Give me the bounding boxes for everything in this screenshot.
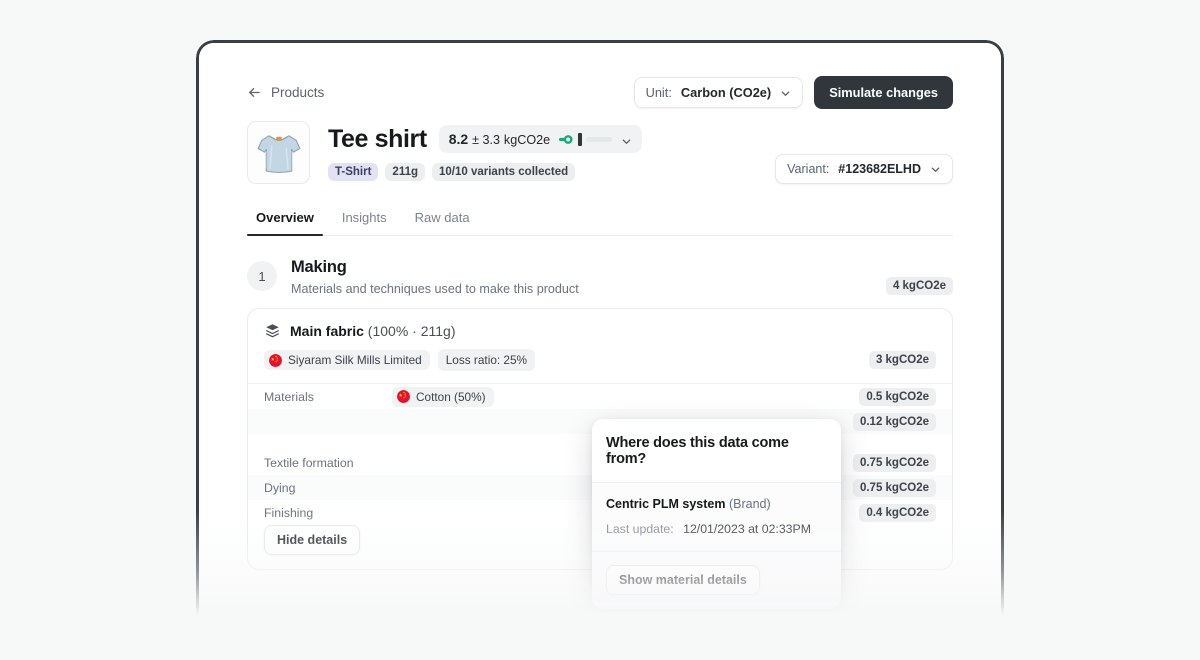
unit-select-value: Carbon (CO2e)	[680, 84, 772, 100]
loss-ratio-badge: Loss ratio: 25%	[437, 349, 536, 371]
stage-subtitle: Materials and techniques used to make th…	[291, 282, 579, 296]
popover-source-name: Centric PLM system	[606, 497, 726, 511]
impact-value-pill[interactable]: 8.2 ± 3.3 kgCO2e	[438, 125, 643, 153]
popover-footer: Show material details	[592, 551, 841, 609]
stage-value-badge: 4 kgCO2e	[885, 277, 953, 295]
badge-variants: 10/10 variants collected	[432, 162, 576, 181]
row-value-badge: 0.75 kgCO2e	[852, 478, 936, 497]
badge-category: T-Shirt	[328, 162, 379, 181]
back-link-label: Products	[271, 84, 325, 100]
material-chip-label: Cotton (50%)	[416, 389, 486, 404]
layers-icon	[264, 322, 281, 339]
popover-last-update: Last update: 12/01/2023 at 02:33PM	[606, 522, 827, 536]
product-info: Tee shirt 8.2 ± 3.3 kgCO2e T-Shirt 211g …	[328, 121, 757, 184]
popover-source-type: (Brand)	[728, 497, 771, 511]
gauge-marker	[578, 132, 583, 146]
supplier-badge: Siyaram Silk Mills Limited	[264, 350, 430, 370]
gauge-knob-icon	[559, 133, 574, 146]
tee-shirt-image	[257, 134, 300, 173]
supplier-name: Siyaram Silk Mills Limited	[288, 353, 422, 367]
impact-unit: kgCO2e	[503, 133, 551, 147]
row-label: Dying	[264, 480, 296, 495]
popover-update-label: Last update:	[606, 522, 674, 536]
impact-uncertainty: ± 3.3	[472, 133, 501, 147]
simulate-changes-button[interactable]: Simulate changes	[814, 75, 953, 109]
material-chip[interactable]: Cotton (50%)	[392, 386, 494, 407]
variant-select[interactable]: Variant: #123682ELHD	[775, 154, 953, 184]
row-value-badge: 0.4 kgCO2e	[859, 503, 936, 522]
tab-overview[interactable]: Overview	[247, 204, 323, 236]
top-bar-actions: Unit: Carbon (CO2e) Simulate changes	[633, 75, 953, 109]
stage-title: Making	[291, 258, 347, 276]
row-value-badge: 0.75 kgCO2e	[852, 453, 936, 472]
arrow-left-icon	[247, 85, 262, 100]
row-content: Cotton (50%)	[392, 386, 859, 407]
china-flag-icon	[397, 390, 410, 403]
chevron-down-icon[interactable]	[621, 134, 632, 145]
variant-area: Variant: #123682ELHD	[775, 121, 953, 184]
variant-select-prefix: Variant:	[787, 162, 830, 176]
row-label: Materials	[264, 389, 314, 404]
impact-readout: 8.2 ± 3.3 kgCO2e	[449, 131, 550, 147]
stage-number: 1	[247, 261, 277, 291]
fabric-title: Main fabric (100% · 211g)	[290, 323, 455, 339]
stage-text: Making Materials and techniques used to …	[291, 258, 872, 296]
fabric-meta-row: Siyaram Silk Mills Limited Loss ratio: 2…	[264, 349, 936, 371]
browser-frame: Products Unit: Carbon (CO2e) Simulate ch…	[196, 40, 1004, 660]
impact-gauge	[559, 132, 613, 146]
china-flag-icon	[269, 353, 282, 367]
unit-select[interactable]: Unit: Carbon (CO2e)	[633, 76, 804, 108]
chevron-down-icon	[780, 87, 791, 98]
row-label: Finishing	[264, 505, 314, 520]
fabric-name: Main fabric	[290, 322, 364, 339]
table-row[interactable]: Materials Cotton (50%) 0.5 kgCO2e	[248, 384, 952, 409]
show-material-details-button[interactable]: Show material details	[606, 565, 760, 595]
tab-insights[interactable]: Insights	[333, 204, 396, 235]
variant-select-value: #123682ELHD	[838, 162, 921, 176]
popover-source: Centric PLM system (Brand)	[606, 497, 827, 511]
hide-details-button[interactable]: Hide details	[264, 525, 361, 555]
product-title-row: Tee shirt 8.2 ± 3.3 kgCO2e	[328, 125, 757, 154]
fabric-card-header: Main fabric (100% · 211g) Siyaram Silk M…	[248, 309, 952, 383]
stage-header: 1 Making Materials and techniques used t…	[247, 258, 953, 296]
popover-body: Centric PLM system (Brand) Last update: …	[592, 482, 841, 551]
unit-select-prefix: Unit:	[645, 84, 672, 100]
product-thumbnail	[247, 121, 310, 184]
row-value-badge: 0.5 kgCO2e	[859, 387, 936, 406]
top-bar: Products Unit: Carbon (CO2e) Simulate ch…	[247, 75, 953, 109]
row-label: Textile formation	[264, 455, 354, 470]
tab-raw-data[interactable]: Raw data	[406, 204, 479, 235]
row-value-badge: 0.12 kgCO2e	[852, 412, 936, 431]
back-to-products-link[interactable]: Products	[247, 85, 324, 100]
fabric-title-row: Main fabric (100% · 211g)	[264, 322, 936, 339]
tab-bar: Overview Insights Raw data	[247, 204, 953, 236]
fabric-details: (100% · 211g)	[367, 322, 456, 339]
fabric-value-badge: 3 kgCO2e	[868, 351, 936, 369]
product-header: Tee shirt 8.2 ± 3.3 kgCO2e T-Shirt 211g …	[247, 121, 953, 184]
impact-number: 8.2	[448, 131, 469, 147]
page-title: Tee shirt	[328, 124, 427, 153]
data-source-popover: Where does this data come from? Centric …	[592, 419, 841, 609]
gauge-track	[586, 136, 613, 142]
badge-weight: 211g	[385, 162, 425, 181]
popover-update-value: 12/01/2023 at 02:33PM	[683, 522, 811, 536]
chevron-down-icon	[930, 164, 941, 175]
product-badges: T-Shirt 211g 10/10 variants collected	[328, 162, 757, 181]
popover-title: Where does this data come from?	[606, 435, 789, 467]
